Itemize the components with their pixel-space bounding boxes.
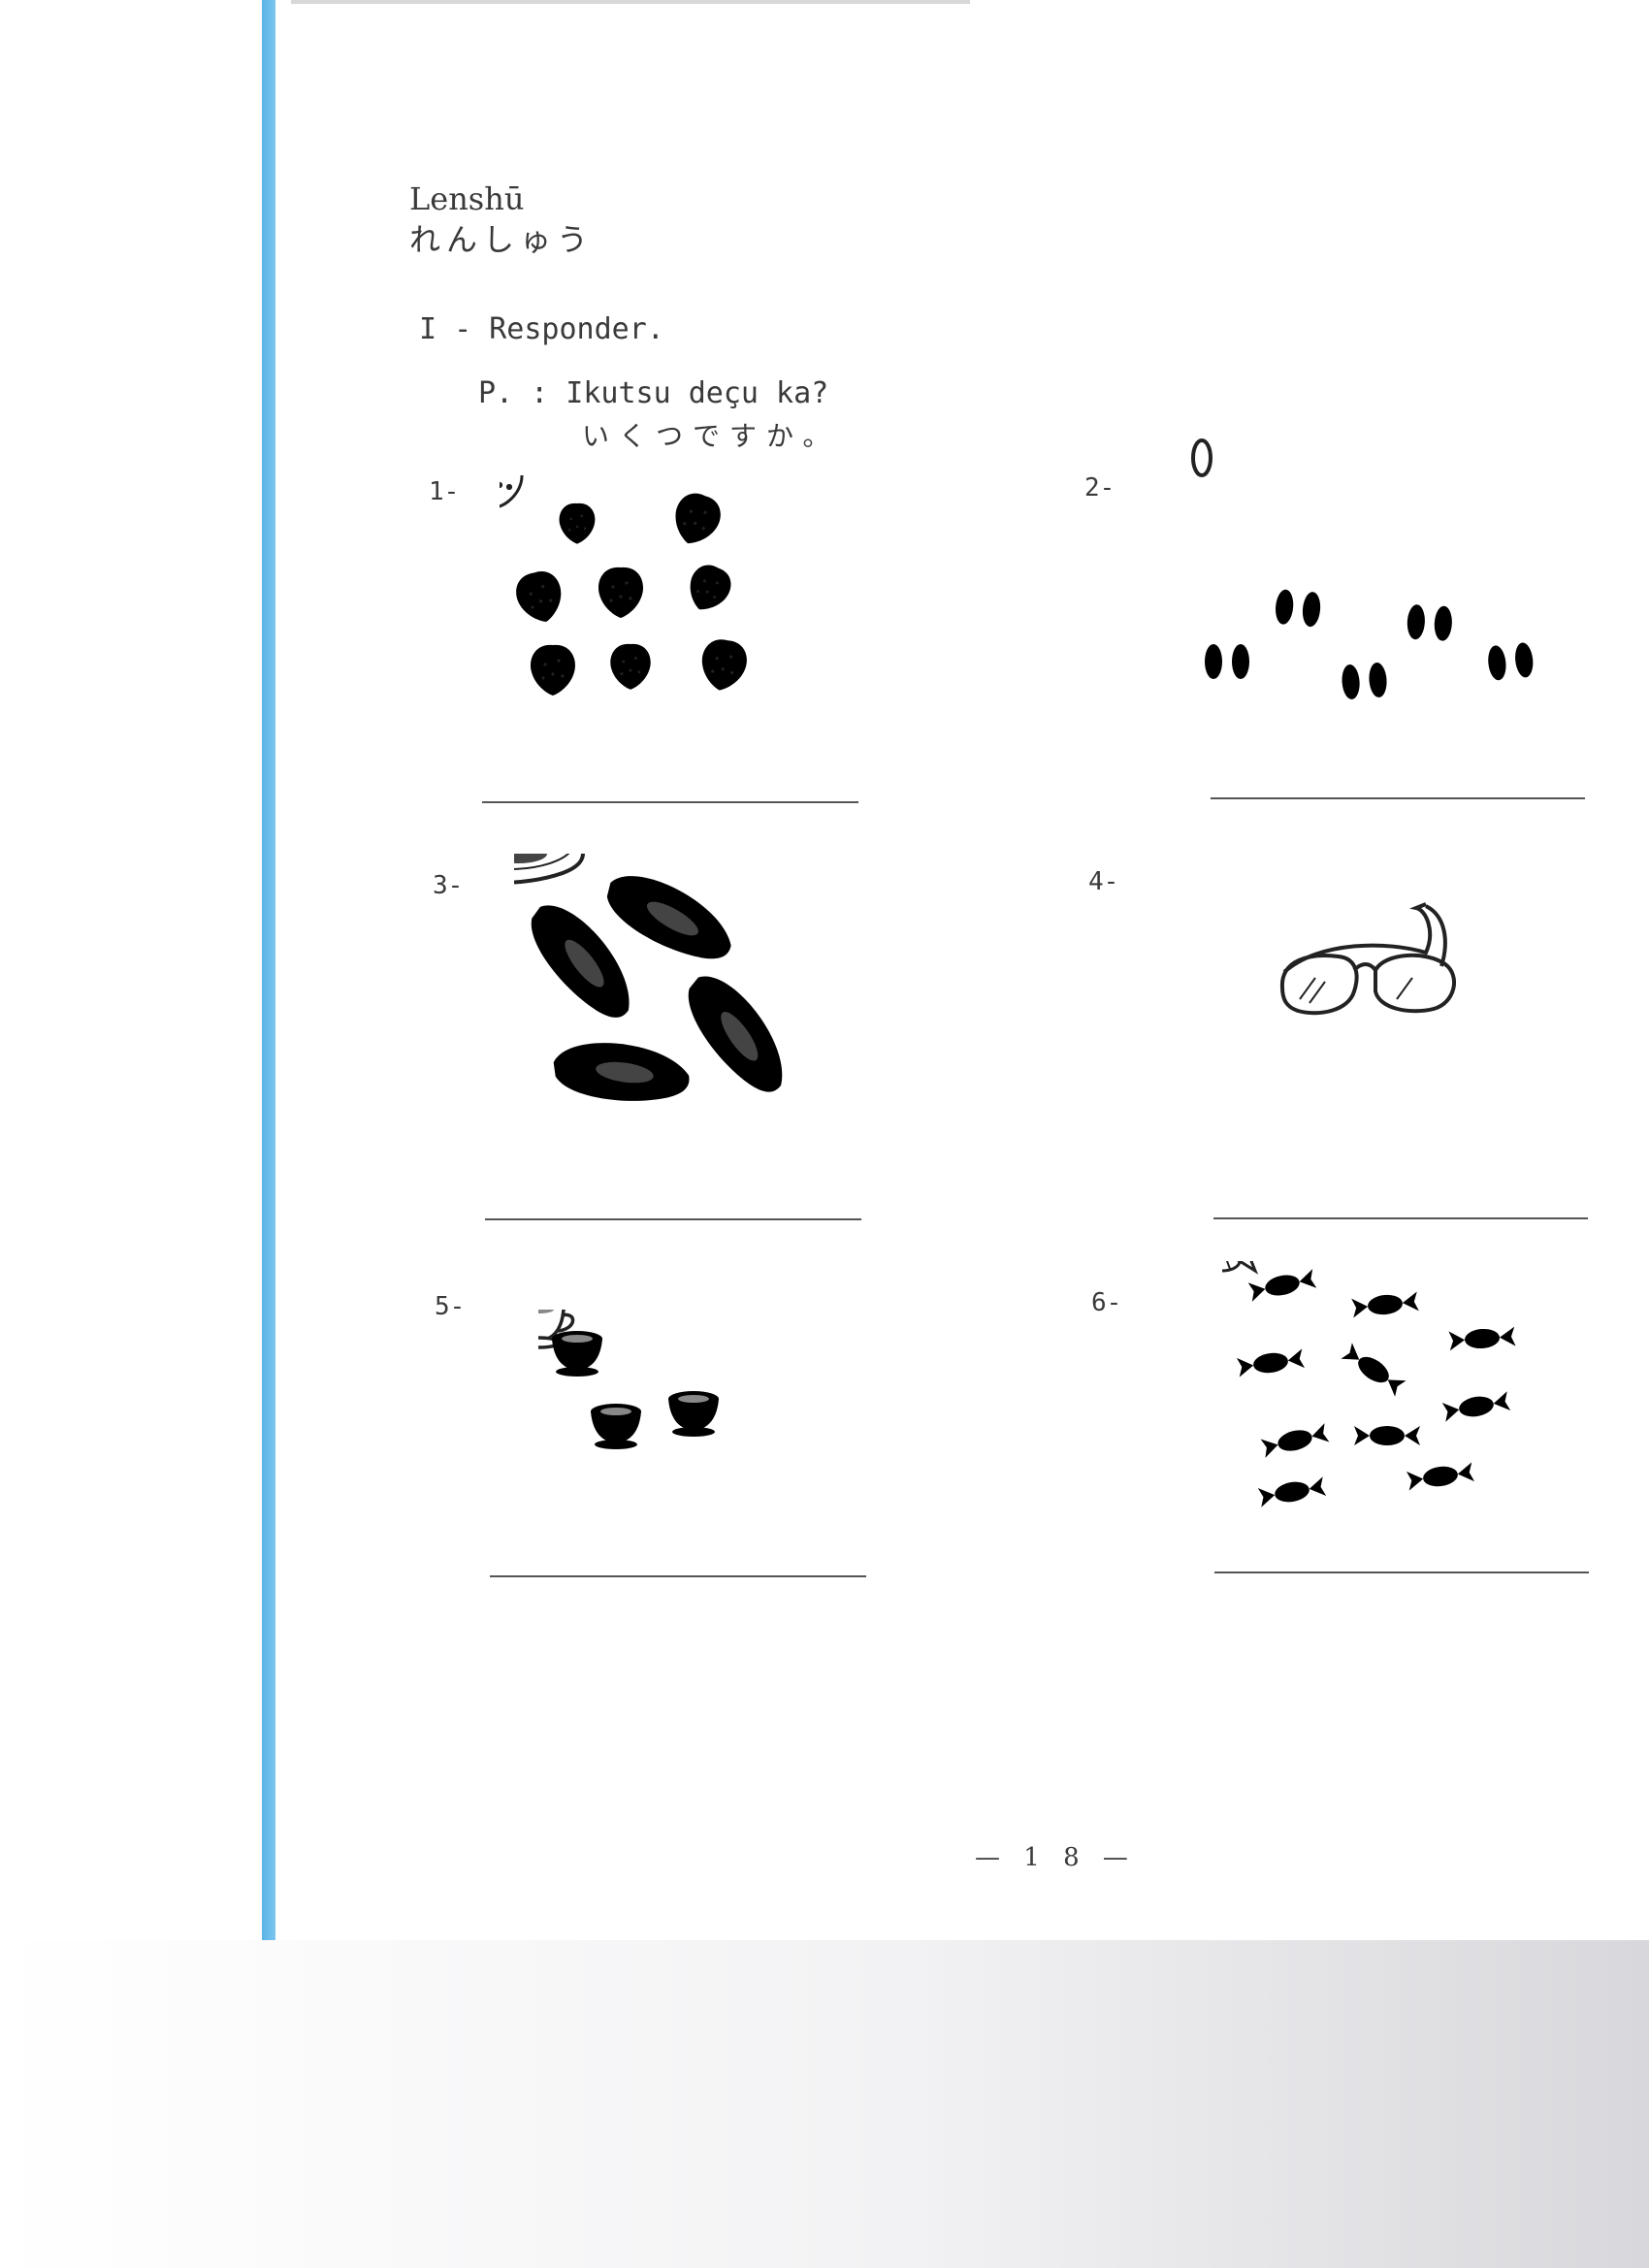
item-number: 2- xyxy=(1084,473,1116,502)
answer-line[interactable] xyxy=(1213,1217,1588,1219)
answer-line[interactable] xyxy=(490,1575,866,1577)
page-number: — 1 8 — xyxy=(975,1843,1136,1872)
top-edge-shadow xyxy=(291,0,970,4)
answer-line[interactable] xyxy=(485,1218,861,1220)
glasses-icon xyxy=(1279,902,1456,1016)
answer-line[interactable] xyxy=(1211,797,1585,799)
answer-line[interactable] xyxy=(1214,1571,1589,1573)
candy-icon xyxy=(1222,1261,1518,1509)
item-number: 6- xyxy=(1091,1288,1122,1317)
binding-spine xyxy=(262,0,275,1940)
papaya-icon xyxy=(514,854,802,1113)
question-prompt-kana: いくつですか。 xyxy=(582,420,840,452)
item-number: 3- xyxy=(433,871,464,900)
scanner-background xyxy=(0,1940,1649,2268)
page-margin xyxy=(0,0,262,1940)
lesson-title-romaji: Lenshū xyxy=(409,180,525,217)
teacup-icon xyxy=(538,1310,730,1451)
answer-line[interactable] xyxy=(482,801,858,803)
section-label: I - Responder. xyxy=(419,312,664,346)
scissors-icon xyxy=(1191,437,1537,702)
item-number: 4- xyxy=(1088,867,1119,896)
strawberry-icon xyxy=(500,475,754,697)
item-number: 1- xyxy=(429,477,460,506)
lesson-title-kana: れんしゅう xyxy=(409,221,595,258)
question-prompt: P. : Ikutsu deçu ka? xyxy=(478,376,829,410)
item-number: 5- xyxy=(435,1292,466,1321)
